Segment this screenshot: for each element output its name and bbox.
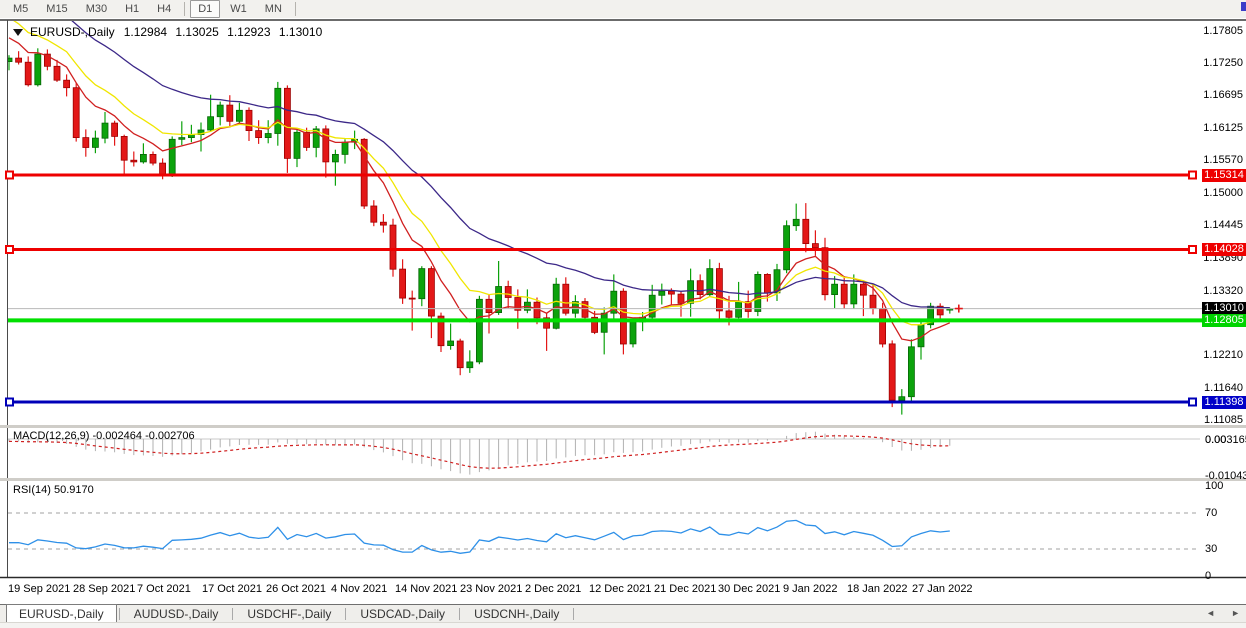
macd-axis-label: 0.00 [1205, 434, 1226, 446]
tab-separator [459, 608, 460, 620]
rsi-axis-label: 0 [1205, 570, 1211, 582]
tab-separator [573, 608, 574, 620]
tab-USDCHF[interactable]: USDCHF-,Daily [235, 606, 343, 623]
tab-scroll-left-icon[interactable]: ◄ [1206, 608, 1215, 618]
current-price-marker [955, 305, 963, 313]
chart-window[interactable]: EURUSD-,Daily 1.12984 1.13025 1.12923 1.… [0, 18, 1246, 604]
rsi-axis-label: 100 [1205, 480, 1223, 492]
level-line-1.11398[interactable] [6, 399, 1196, 406]
chart-plot[interactable] [0, 18, 1246, 604]
tab-separator [345, 608, 346, 620]
date-axis: 19 Sep 202128 Sep 20217 Oct 2021 17 Oct 2… [0, 579, 1200, 597]
close-value: 1.13010 [279, 25, 322, 39]
symbol-dropdown-icon[interactable] [13, 29, 23, 36]
tab-separator [119, 608, 120, 620]
timeframe-button-M15[interactable]: M15 [38, 0, 75, 18]
level-line-1.15314[interactable] [6, 172, 1196, 179]
status-bar [0, 622, 1246, 628]
rsi-line [9, 520, 950, 553]
date-label: 12 Dec 2021 [589, 583, 651, 595]
price-axis-label: 1.17250 [1203, 57, 1243, 69]
fast-ma-line [9, 38, 950, 341]
price-axis-label: 1.15000 [1203, 187, 1243, 199]
date-label: 9 Jan 2022 [783, 583, 837, 595]
scrollbar-corner-artifact [1241, 2, 1246, 11]
price-axis-label: 1.11085 [1204, 414, 1243, 426]
timeframe-button-H4[interactable]: H4 [149, 0, 179, 18]
price-axis-label: 1.17805 [1203, 25, 1243, 37]
tab-EURUSD[interactable]: EURUSD-,Daily [6, 604, 117, 623]
price-axis-label: 1.15570 [1203, 154, 1243, 166]
symbol-period-label: EURUSD-,Daily [30, 25, 115, 39]
timeframe-button-M5[interactable]: M5 [5, 0, 36, 18]
toolbar-separator [295, 2, 296, 16]
open-value: 1.12984 [124, 25, 167, 39]
candles [6, 48, 953, 414]
price-level-box-1.14028: 1.14028 [1202, 243, 1246, 256]
timeframe-button-MN[interactable]: MN [257, 0, 290, 18]
price-axis-label: 1.11640 [1204, 382, 1243, 394]
date-label: 26 Oct 2021 [266, 583, 326, 595]
timeframe-button-H1[interactable]: H1 [117, 0, 147, 18]
rsi-axis-label: 30 [1205, 543, 1217, 555]
pane-separator [0, 478, 1246, 481]
price-axis-label: 1.16695 [1203, 89, 1243, 101]
tab-USDCNH[interactable]: USDCNH-,Daily [462, 606, 571, 623]
date-label: 21 Dec 2021 [654, 583, 716, 595]
timeframe-toolbar: M5M15M30H1H4 D1W1MN [0, 0, 1246, 19]
price-axis: 1.17805 1.17250 1.16695 1.16125 1.15570 1.150… [1202, 18, 1246, 604]
date-label: 17 Oct 2021 [202, 583, 262, 595]
price-level-box-1.12805: 1.12805 [1202, 314, 1246, 327]
tab-USDCAD[interactable]: USDCAD-,Daily [348, 606, 457, 623]
date-label: 4 Nov 2021 [331, 583, 387, 595]
timeframe-button-W1[interactable]: W1 [222, 0, 255, 18]
price-axis-label: 1.16125 [1203, 122, 1243, 134]
date-label: 2 Dec 2021 [525, 583, 581, 595]
tab-separator [232, 608, 233, 620]
date-label: 7 Oct 2021 [137, 583, 191, 595]
tab-AUDUSD[interactable]: AUDUSD-,Daily [122, 606, 231, 623]
price-level-box-1.11398: 1.11398 [1202, 396, 1246, 409]
date-label: 19 Sep 2021 [8, 583, 70, 595]
price-axis-label: 1.14445 [1203, 219, 1243, 231]
date-label: 18 Jan 2022 [847, 583, 908, 595]
timeframe-button-D1[interactable]: D1 [190, 0, 220, 18]
low-value: 1.12923 [227, 25, 270, 39]
timeframe-button-M30[interactable]: M30 [78, 0, 115, 18]
chart-tabs-bar: EURUSD-,Daily AUDUSD-,DailyUSDCHF-,Daily U… [0, 604, 1246, 623]
high-value: 1.13025 [175, 25, 218, 39]
pane-separator [0, 425, 1246, 428]
date-label: 28 Sep 2021 [73, 583, 135, 595]
macd-indicator-label: MACD(12,26,9) -0.002464 -0.002706 [13, 430, 195, 442]
price-axis-label: 1.12210 [1203, 349, 1243, 361]
tab-scroll-right-icon[interactable]: ► [1231, 608, 1240, 618]
date-label: 14 Nov 2021 [395, 583, 457, 595]
date-label: 23 Nov 2021 [460, 583, 522, 595]
ohlc-values: 1.12984 1.13025 1.12923 1.13010 [119, 25, 323, 39]
rsi-indicator-label: RSI(14) 50.9170 [13, 484, 94, 496]
level-line-1.14028[interactable] [6, 246, 1196, 253]
date-label: 27 Jan 2022 [912, 583, 973, 595]
rsi-axis-label: 70 [1205, 507, 1217, 519]
mt4-chart-app: { "toolbar": { "timeframes": [ {"label":… [0, 0, 1246, 628]
date-label: 30 Dec 2021 [718, 583, 780, 595]
toolbar-separator [184, 2, 185, 16]
price-axis-label: 1.13320 [1203, 285, 1243, 297]
price-level-box-1.15314: 1.15314 [1202, 169, 1246, 182]
chart-legend: EURUSD-,Daily 1.12984 1.13025 1.12923 1.… [13, 25, 322, 39]
